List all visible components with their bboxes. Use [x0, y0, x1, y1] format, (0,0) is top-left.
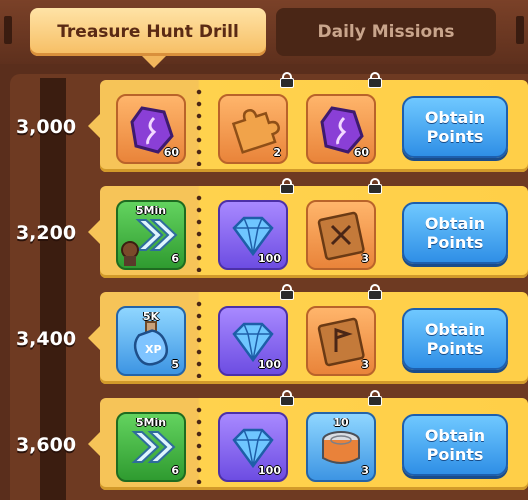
- reward-row: XP 5K 5 100 3 Obtain Points: [88, 284, 528, 384]
- reward-item[interactable]: 5Min 6: [116, 200, 186, 270]
- frame-pin: [516, 16, 524, 44]
- lock-icon: [280, 390, 294, 406]
- frame-pin: [4, 16, 12, 44]
- reward-item[interactable]: 100: [218, 200, 288, 270]
- row-divider: [196, 404, 202, 484]
- reward-item[interactable]: 60: [116, 94, 186, 164]
- reward-quantity: 6: [171, 252, 179, 265]
- reward-tag: 5Min: [135, 204, 167, 217]
- reward-item[interactable]: 100: [218, 306, 288, 376]
- reward-item[interactable]: 3: [306, 200, 376, 270]
- reward-quantity: 60: [163, 146, 179, 159]
- reward-tag: 5Min: [135, 416, 167, 429]
- reward-quantity: 6: [171, 464, 179, 477]
- row-divider: [196, 192, 202, 272]
- obtain-points-button[interactable]: Obtain Points: [402, 202, 508, 264]
- obtain-points-button[interactable]: Obtain Points: [402, 414, 508, 476]
- reward-quantity: 100: [258, 358, 281, 371]
- lock-icon: [368, 72, 382, 88]
- reward-tag: 5K: [142, 310, 160, 323]
- reward-row: 5Min 6 100 3 Obtain Points: [88, 178, 528, 278]
- reward-quantity: 100: [258, 252, 281, 265]
- reward-quantity: 3: [361, 252, 369, 265]
- reward-quantity: 2: [273, 146, 281, 159]
- reward-quantity: 5: [171, 358, 179, 371]
- reward-quantity: 100: [258, 464, 281, 477]
- row-divider: [196, 86, 202, 166]
- obtain-points-button[interactable]: Obtain Points: [402, 308, 508, 370]
- svg-text:XP: XP: [145, 343, 162, 356]
- reward-item[interactable]: 3: [306, 306, 376, 376]
- lock-icon: [280, 178, 294, 194]
- reward-quantity: 3: [361, 358, 369, 371]
- reward-item[interactable]: 100: [218, 412, 288, 482]
- tab-daily-missions[interactable]: Daily Missions: [276, 8, 496, 56]
- lock-icon: [280, 72, 294, 88]
- reward-item[interactable]: 2: [218, 94, 288, 164]
- reward-row: 60 2 60 Obtain Points: [88, 72, 528, 172]
- reward-quantity: 3: [361, 464, 369, 477]
- reward-item[interactable]: 5Min 6: [116, 412, 186, 482]
- lock-icon: [368, 284, 382, 300]
- tab-treasure-hunt-drill[interactable]: Treasure Hunt Drill: [30, 8, 266, 68]
- obtain-points-button[interactable]: Obtain Points: [402, 96, 508, 158]
- lock-icon: [368, 390, 382, 406]
- points-label: 3,600: [15, 434, 77, 456]
- lock-icon: [368, 178, 382, 194]
- reward-row: 5Min 6 100 10 3 Obtain Points: [88, 390, 528, 490]
- points-label: 3,000: [15, 116, 77, 138]
- points-label: 3,400: [15, 328, 77, 350]
- reward-item[interactable]: 60: [306, 94, 376, 164]
- lock-icon: [280, 284, 294, 300]
- row-divider: [196, 298, 202, 378]
- points-label: 3,200: [15, 222, 77, 244]
- reward-tag: 10: [333, 416, 349, 429]
- reward-quantity: 60: [353, 146, 369, 159]
- reward-item[interactable]: 10 3: [306, 412, 376, 482]
- tab-bar: Treasure Hunt Drill Daily Missions: [0, 0, 528, 68]
- reward-item[interactable]: XP 5K 5: [116, 306, 186, 376]
